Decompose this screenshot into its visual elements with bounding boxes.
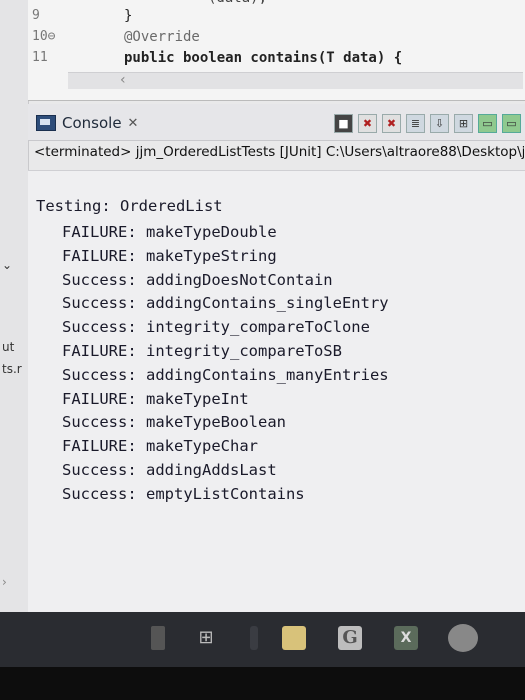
console-toolbar: ■ ✖ ✖ ≣ ⇩ ⊞ ▭ ▭ bbox=[334, 114, 521, 133]
code-editor[interactable]: (data); 9 } 10⊖ @Override 11 public bool… bbox=[28, 0, 525, 101]
test-result-line: Success: addingDoesNotContain bbox=[62, 271, 333, 289]
code-text: public boolean contains(T data) { bbox=[124, 50, 403, 66]
tab-console[interactable]: Console ✕ bbox=[36, 112, 138, 134]
line-number: 10⊖ bbox=[32, 29, 56, 44]
test-name: addingContains_singleEntry bbox=[146, 294, 389, 313]
expand-chevron-icon[interactable]: › bbox=[2, 575, 7, 589]
clear-console-icon[interactable]: ≣ bbox=[406, 114, 425, 133]
test-result-line: Success: emptyListContains bbox=[62, 485, 305, 503]
test-result-line: Success: integrity_compareToClone bbox=[62, 318, 370, 336]
test-result-line: FAILURE: makeTypeString bbox=[62, 247, 277, 265]
left-strip-label-2: ts.r bbox=[2, 362, 22, 376]
console-icon bbox=[36, 115, 56, 131]
test-result-line: FAILURE: integrity_compareToSB bbox=[62, 342, 342, 360]
editor-line: 11 public boolean contains(T data) { bbox=[28, 48, 525, 68]
test-status: Success: bbox=[62, 484, 137, 503]
test-status: FAILURE: bbox=[62, 223, 137, 241]
console-tab-label: Console bbox=[62, 114, 122, 132]
editor-horizontal-scrollbar[interactable]: ‹ bbox=[68, 72, 523, 89]
test-name: makeTypeInt bbox=[146, 389, 249, 408]
console-output[interactable]: Testing: OrderedList FAILURE: makeTypeDo… bbox=[28, 171, 525, 621]
terminated-status: <terminated> jjm_OrderedListTests [JUnit… bbox=[34, 144, 524, 160]
remove-launch-icon[interactable]: ✖ bbox=[358, 114, 377, 133]
calculator-icon[interactable]: ⊞ bbox=[194, 626, 218, 650]
test-status: FAILURE: bbox=[62, 389, 137, 408]
scroll-left-icon[interactable]: ‹ bbox=[120, 72, 126, 88]
test-name: makeTypeString bbox=[146, 246, 277, 265]
phone-icon[interactable] bbox=[151, 626, 165, 650]
test-result-line: FAILURE: makeTypeInt bbox=[62, 390, 249, 408]
test-name: integrity_compareToClone bbox=[146, 318, 370, 337]
test-name: makeTypeBoolean bbox=[146, 413, 286, 432]
remove-all-icon[interactable]: ✖ bbox=[382, 114, 401, 133]
test-status: Success: bbox=[62, 461, 137, 479]
collapse-chevron-icon[interactable]: ⌄ bbox=[2, 258, 12, 272]
chrome-icon[interactable]: G bbox=[338, 626, 362, 650]
test-name: addingAddsLast bbox=[146, 461, 277, 479]
eclipse-icon[interactable] bbox=[448, 624, 478, 652]
display-console-icon[interactable]: ▭ bbox=[478, 114, 497, 133]
screen: ⌄ ut ts.r › (data); 9 } 10⊖ @Override 11… bbox=[0, 0, 525, 700]
test-name: makeTypeChar bbox=[146, 437, 258, 456]
line-number: 9 bbox=[32, 8, 40, 23]
code-text: @Override bbox=[124, 29, 200, 45]
test-status: Success: bbox=[62, 365, 137, 384]
test-name: emptyListContains bbox=[146, 484, 305, 503]
open-console-icon[interactable]: ▭ bbox=[502, 114, 521, 133]
test-status: FAILURE: bbox=[62, 437, 137, 456]
test-status: Success: bbox=[62, 270, 137, 289]
line-number: 11 bbox=[32, 50, 48, 65]
test-status: Success: bbox=[62, 413, 137, 432]
console-view-header: Console ✕ ■ ✖ ✖ ≣ ⇩ ⊞ ▭ ▭ bbox=[28, 104, 525, 141]
test-result-line: Success: addingContains_singleEntry bbox=[62, 294, 389, 312]
test-result-line: Success: addingAddsLast bbox=[62, 461, 277, 479]
terminate-icon[interactable]: ■ bbox=[334, 114, 353, 133]
test-result-line: FAILURE: makeTypeChar bbox=[62, 437, 258, 455]
pin-console-icon[interactable]: ⊞ bbox=[454, 114, 473, 133]
test-result-line: Success: addingContains_manyEntries bbox=[62, 366, 389, 384]
test-status: Success: bbox=[62, 294, 137, 313]
left-strip-label-1: ut bbox=[2, 340, 15, 354]
editor-line: 9 } bbox=[28, 6, 525, 26]
close-icon[interactable]: ✕ bbox=[128, 116, 139, 131]
code-text: } bbox=[124, 8, 133, 24]
test-result-line: FAILURE: makeTypeDouble bbox=[62, 223, 277, 241]
test-name: integrity_compareToSB bbox=[146, 342, 342, 360]
scroll-lock-icon[interactable]: ⇩ bbox=[430, 114, 449, 133]
test-name: addingDoesNotContain bbox=[146, 270, 333, 289]
test-status: Success: bbox=[62, 318, 137, 337]
test-name: makeTypeDouble bbox=[146, 223, 277, 241]
editor-line: 10⊖ @Override bbox=[28, 27, 525, 47]
folder-icon[interactable] bbox=[282, 626, 306, 650]
test-result-line: Success: makeTypeBoolean bbox=[62, 413, 286, 431]
separator-icon bbox=[250, 626, 258, 650]
monitor-bezel bbox=[0, 667, 525, 700]
console-output-header: Testing: OrderedList bbox=[36, 197, 223, 215]
test-status: FAILURE: bbox=[62, 246, 137, 265]
test-status: FAILURE: bbox=[62, 342, 137, 360]
left-side-panel: ⌄ ut ts.r › bbox=[0, 0, 29, 620]
excel-icon[interactable]: X bbox=[394, 626, 418, 650]
test-name: addingContains_manyEntries bbox=[146, 365, 389, 384]
taskbar: ⊞ G X bbox=[0, 612, 525, 667]
